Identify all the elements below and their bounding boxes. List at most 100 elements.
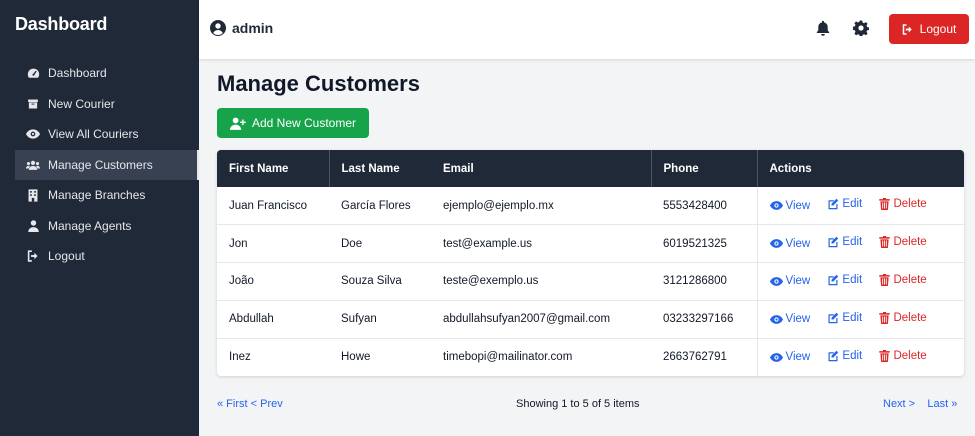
cell-phone: 6019521325	[651, 224, 758, 263]
cell-first-name: Jon	[229, 237, 248, 250]
delete-button[interactable]: Delete	[879, 273, 927, 286]
cell-email: timebopi@mailinator.com	[443, 351, 573, 364]
cell-phone: 3121286800	[651, 262, 758, 301]
delete-button[interactable]: Delete	[879, 311, 927, 324]
sidebar-title: Dashboard	[15, 14, 108, 34]
cell-email: abdullahsufyan2007@gmail.com	[443, 313, 611, 326]
view-label: View	[785, 237, 811, 250]
prev-page-link[interactable]: < Prev	[251, 398, 283, 410]
sidebar-item-label: New Courier	[48, 96, 115, 111]
user-icon	[26, 219, 40, 233]
cell-actions: View Edit Delete	[757, 225, 964, 263]
sidebar-item-label: Manage Customers	[48, 157, 153, 172]
edit-button[interactable]: Edit	[827, 274, 862, 286]
edit-icon	[828, 274, 839, 286]
sidebar-item-logout[interactable]: Logout	[15, 241, 199, 272]
sidebar-item-manage-branches[interactable]: Manage Branches	[15, 180, 199, 211]
edit-button[interactable]: Edit	[827, 198, 862, 210]
customers-table: First Name Last Name Email Phone Actions…	[217, 150, 964, 376]
sidebar-item-label: Manage Branches	[48, 188, 146, 203]
eye-icon	[26, 127, 40, 141]
edit-label: Edit	[842, 349, 863, 362]
view-button[interactable]: View	[769, 275, 810, 287]
cell-actions: View Edit Delete	[757, 300, 964, 338]
sidebar-item-label: Manage Agents	[48, 218, 132, 233]
add-customer-button-label: Add New Customer	[251, 116, 357, 130]
cell-last-name: Souza Silva	[341, 275, 402, 288]
users-icon	[26, 158, 40, 172]
cell-first-name: Abdullah	[229, 313, 274, 326]
cell-phone: 2663762791	[651, 338, 758, 376]
eye-icon	[769, 277, 783, 286]
cell-last-name: Sufyan	[341, 313, 377, 326]
delete-button[interactable]: Delete	[879, 349, 927, 362]
cell-phone: 5553428400	[651, 187, 758, 225]
edit-label: Edit	[842, 198, 863, 211]
sidebar-item-label: Dashboard	[48, 66, 107, 81]
edit-button[interactable]: Edit	[827, 236, 862, 248]
pagination-left: « First < Prev	[217, 398, 283, 410]
edit-button[interactable]: Edit	[827, 350, 862, 362]
table-header-row: First Name Last Name Email Phone Actions	[217, 150, 964, 187]
trash-icon	[879, 349, 891, 362]
sidebar-item-new-courier[interactable]: New Courier	[15, 89, 199, 120]
table-row: Abdullah Sufyan abdullahsufyan2007@gmail…	[217, 300, 964, 339]
edit-label: Edit	[842, 236, 863, 249]
table-row: Inez Howe timebopi@mailinator.com 266376…	[217, 338, 964, 376]
table-row: Juan Francisco García Flores ejemplo@eje…	[217, 187, 964, 225]
username: admin	[232, 20, 274, 36]
sidebar: Dashboard Dashboard New Courier View All…	[0, 0, 199, 436]
cell-last-name: García Flores	[341, 199, 411, 212]
last-page-link[interactable]: Last »	[927, 398, 957, 410]
next-page-link[interactable]: Next >	[883, 398, 915, 410]
sidebar-item-label: View All Couriers	[48, 127, 139, 142]
cell-actions: View Edit Delete	[757, 338, 964, 376]
sidebar-item-manage-customers[interactable]: Manage Customers	[15, 149, 199, 180]
cell-actions: View Edit Delete	[757, 263, 964, 301]
cell-first-name: Inez	[229, 351, 251, 364]
gear-icon[interactable]	[853, 20, 869, 36]
eye-icon	[769, 352, 783, 362]
edit-label: Edit	[842, 311, 863, 324]
gauge-icon	[26, 66, 40, 80]
logout-button[interactable]: Logout	[889, 14, 969, 44]
cell-email: teste@exemplo.us	[443, 275, 539, 288]
edit-icon	[828, 198, 839, 210]
column-header-first-name: First Name	[217, 150, 330, 187]
pagination-right: Next > Last »	[883, 398, 957, 410]
first-page-link[interactable]: « First	[217, 398, 248, 410]
sign-out-icon	[26, 249, 40, 263]
delete-button[interactable]: Delete	[879, 236, 927, 249]
cell-first-name: Juan Francisco	[229, 199, 307, 212]
add-customer-button[interactable]: Add New Customer	[217, 108, 369, 138]
view-button[interactable]: View	[769, 351, 810, 363]
view-button[interactable]: View	[769, 200, 810, 212]
column-header-phone: Phone	[651, 150, 758, 187]
trash-icon	[879, 273, 891, 286]
sidebar-item-label: Logout	[48, 249, 85, 264]
eye-icon	[769, 201, 783, 210]
bell-icon[interactable]	[816, 20, 830, 36]
cell-phone: 03233297166	[651, 300, 758, 339]
delete-label: Delete	[893, 198, 927, 211]
view-button[interactable]: View	[769, 237, 811, 250]
edit-icon	[828, 236, 839, 248]
logout-button-label: Logout	[919, 22, 957, 36]
building-icon	[26, 188, 40, 202]
sidebar-item-manage-agents[interactable]: Manage Agents	[15, 211, 199, 242]
edit-label: Edit	[842, 273, 863, 286]
delete-button[interactable]: Delete	[879, 198, 927, 211]
cell-last-name: Howe	[341, 351, 371, 364]
eye-icon	[769, 314, 783, 324]
edit-button[interactable]: Edit	[827, 312, 862, 324]
customers-table-container: First Name Last Name Email Phone Actions…	[217, 150, 964, 376]
table-row: João Souza Silva teste@exemplo.us 312128…	[217, 262, 964, 301]
sidebar-item-dashboard[interactable]: Dashboard	[15, 58, 199, 89]
sidebar-nav: Dashboard New Courier View All Couriers …	[15, 58, 199, 272]
user-plus-icon	[229, 117, 246, 130]
edit-icon	[828, 312, 839, 324]
view-button[interactable]: View	[769, 313, 810, 325]
sidebar-item-view-all-couriers[interactable]: View All Couriers	[15, 119, 199, 150]
user-menu[interactable]: admin	[210, 20, 273, 36]
trash-icon	[879, 236, 891, 249]
